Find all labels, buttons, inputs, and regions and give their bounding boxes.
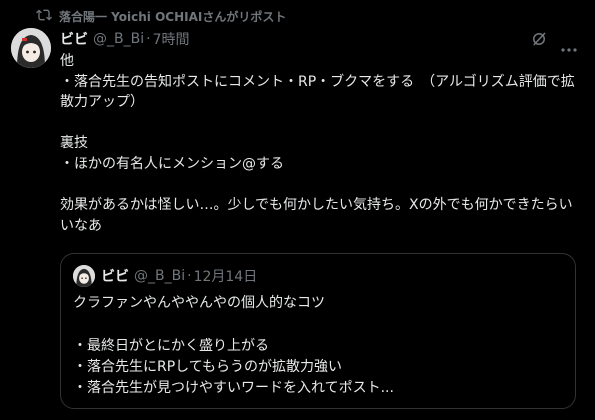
- quote-body: クラファンやんややんやの個人的なコツ ・最終日がとにかく盛り上がる ・落合先生に…: [73, 295, 394, 397]
- display-name[interactable]: ビビ: [60, 29, 88, 49]
- post-time[interactable]: 7時間: [153, 29, 190, 49]
- quote-display-name[interactable]: ビビ: [101, 266, 129, 286]
- avatar[interactable]: [73, 265, 95, 287]
- post-header: ビビ @_B_Bi · 7時間: [60, 29, 189, 49]
- quote-handle[interactable]: @_B_Bi: [134, 268, 185, 284]
- post-body: 他 ・落合先生の告知ポストにコメント・RP・ブクマをする （アルゴリズム評価で拡…: [60, 53, 575, 234]
- repost-icon: [36, 7, 52, 26]
- quote-date[interactable]: 12月14日: [194, 266, 258, 286]
- repost-indicator[interactable]: 落合陽一 Yoichi OCHIAIさんがリポスト: [36, 7, 286, 25]
- repost-text: 落合陽一 Yoichi OCHIAIさんがリポスト: [59, 9, 287, 24]
- separator-dot: ·: [146, 31, 151, 47]
- quoted-post[interactable]: ビビ @_B_Bi · 12月14日 クラファンやんややんやの個人的なコツ ・最…: [60, 253, 576, 409]
- user-handle[interactable]: @_B_Bi: [93, 31, 144, 47]
- grok-icon[interactable]: [530, 30, 548, 48]
- quote-header: ビビ @_B_Bi · 12月14日: [101, 266, 257, 286]
- avatar[interactable]: [11, 28, 51, 68]
- separator-dot: ·: [187, 268, 192, 284]
